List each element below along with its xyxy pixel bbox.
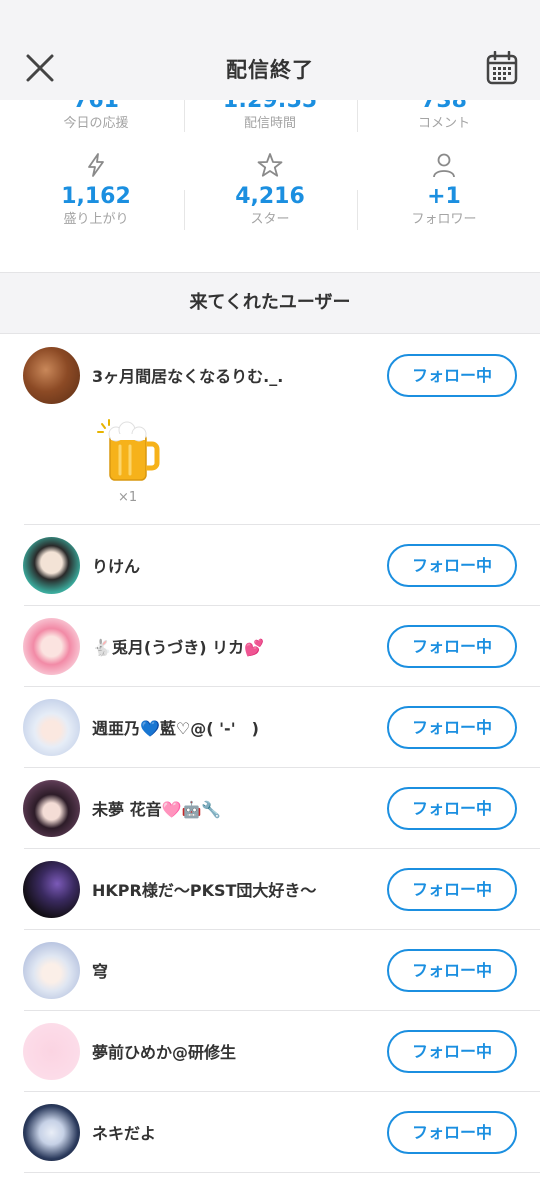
stat-followers: +1 フォロワー <box>354 152 534 229</box>
following-button[interactable]: フォロー中 <box>387 544 517 587</box>
stat-label: コメント <box>417 116 470 131</box>
star-icon <box>257 153 283 177</box>
stat-value: 1:29:55 <box>222 100 318 113</box>
user-name[interactable]: ネキだよ <box>92 1120 156 1144</box>
page-title: 配信終了 <box>226 58 314 82</box>
user-name[interactable]: 3ヶ月間居なくなるりむ._. <box>92 363 283 387</box>
avatar[interactable] <box>23 537 80 594</box>
following-button[interactable]: フォロー中 <box>387 625 517 668</box>
following-button[interactable]: フォロー中 <box>387 1030 517 1073</box>
following-button[interactable]: フォロー中 <box>387 868 517 911</box>
stat-label: 盛り上がり <box>63 212 129 227</box>
avatar[interactable] <box>23 1023 80 1080</box>
list-item: 穹 フォロー中 <box>0 930 540 1011</box>
avatar[interactable] <box>23 1104 80 1161</box>
list-item: 夢前ひめか@研修生 フォロー中 <box>0 1011 540 1092</box>
following-button[interactable]: フォロー中 <box>387 706 517 749</box>
following-button[interactable]: フォロー中 <box>387 1111 517 1154</box>
stat-label: 今日の応援 <box>63 116 129 131</box>
user-name[interactable]: 未夢 花音🩷🤖🔧 <box>92 796 221 820</box>
stat-value: 1,162 <box>61 184 131 209</box>
lightning-icon <box>88 153 104 177</box>
list-item: HKPR様だ〜PKST団大好き〜 フォロー中 <box>0 849 540 930</box>
list-item: 🐇兎月(うづき) リカ💕 フォロー中 <box>0 606 540 687</box>
list-item: 3ヶ月間居なくなるりむ._. フォロー中 <box>0 335 540 416</box>
calendar-icon[interactable] <box>486 51 518 85</box>
user-name[interactable]: 夢前ひめか@研修生 <box>92 1039 236 1063</box>
stat-value: +1 <box>427 184 461 209</box>
following-button[interactable]: フォロー中 <box>387 787 517 830</box>
stat-comments: 738 コメント <box>354 100 534 133</box>
header-bar: 配信終了 <box>0 0 540 100</box>
user-name[interactable]: りけん <box>92 553 140 577</box>
divider <box>24 1172 540 1173</box>
avatar[interactable] <box>23 699 80 756</box>
stat-duration: 1:29:55 配信時間 <box>180 100 360 133</box>
stats-panel: 761 今日の応援 1:29:55 配信時間 738 コメント 1,162 盛り… <box>0 100 540 272</box>
stat-value: 738 <box>421 100 467 113</box>
section-title: 来てくれたユーザー <box>0 272 540 334</box>
stat-excitement: 1,162 盛り上がり <box>6 152 186 229</box>
person-icon <box>433 153 455 178</box>
avatar[interactable] <box>23 942 80 999</box>
list-item: ネキだよ フォロー中 <box>0 1092 540 1173</box>
list-item: りけん フォロー中 <box>0 525 540 606</box>
following-button[interactable]: フォロー中 <box>387 354 517 397</box>
user-name[interactable]: HKPR様だ〜PKST団大好き〜 <box>92 877 316 901</box>
avatar[interactable] <box>23 618 80 675</box>
stat-support: 761 今日の応援 <box>6 100 186 133</box>
user-name[interactable]: 穹 <box>92 958 108 982</box>
stat-value: 4,216 <box>235 184 305 209</box>
beer-mug-icon <box>97 419 160 481</box>
stat-label: 配信時間 <box>243 116 296 131</box>
list-item: 未夢 花音🩷🤖🔧 フォロー中 <box>0 768 540 849</box>
gift-count: ×1 <box>118 490 138 505</box>
stat-stars: 4,216 スター <box>180 152 360 229</box>
user-name[interactable]: 🐇兎月(うづき) リカ💕 <box>92 634 264 658</box>
avatar[interactable] <box>23 861 80 918</box>
following-button[interactable]: フォロー中 <box>387 949 517 992</box>
user-name[interactable]: 週亜乃💙藍♡@( '-' ) <box>92 715 259 739</box>
stat-label: スター <box>250 212 290 227</box>
list-item: 週亜乃💙藍♡@( '-' ) フォロー中 <box>0 687 540 768</box>
stat-label: フォロワー <box>411 212 477 227</box>
avatar[interactable] <box>23 347 80 404</box>
stat-value: 761 <box>73 100 119 113</box>
avatar[interactable] <box>23 780 80 837</box>
